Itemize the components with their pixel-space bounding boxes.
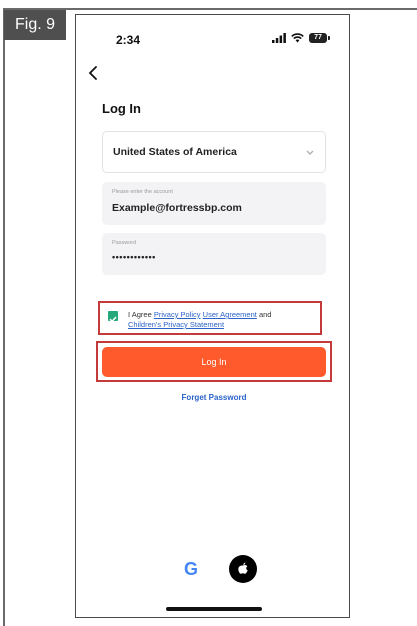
user-agreement-link[interactable]: User Agreement xyxy=(203,310,257,319)
home-indicator xyxy=(166,607,262,611)
wifi-icon xyxy=(291,33,304,43)
status-icons: 77 xyxy=(272,31,330,45)
status-bar: 2:34 77 xyxy=(76,15,349,55)
agree-checkbox[interactable] xyxy=(108,311,118,323)
apple-icon xyxy=(238,562,248,574)
page-title: Log In xyxy=(102,101,141,116)
region-select[interactable]: United States of America xyxy=(102,131,326,173)
account-field-label: Please enter the account xyxy=(112,189,173,195)
chevron-down-icon xyxy=(306,150,314,155)
agree-prefix: I Agree xyxy=(128,310,152,319)
google-letter: G xyxy=(184,559,198,579)
login-button[interactable]: Log In xyxy=(102,347,326,377)
phone-screen: 2:34 77 Log In United States of America xyxy=(75,14,350,618)
forget-password-link[interactable]: Forget Password xyxy=(102,393,326,402)
password-field[interactable]: Password •••••••••••• xyxy=(102,233,326,275)
apple-login-button[interactable] xyxy=(229,555,257,583)
cellular-signal-icon xyxy=(272,33,286,43)
agreement-text: I Agree Privacy Policy User Agreement an… xyxy=(128,310,318,330)
battery-icon: 77 xyxy=(309,33,330,43)
agreement-highlight-box: I Agree Privacy Policy User Agreement an… xyxy=(98,301,322,335)
region-value: United States of America xyxy=(113,146,237,158)
agree-and: and xyxy=(258,310,272,319)
google-login-icon[interactable]: G xyxy=(179,557,203,581)
childrens-privacy-link[interactable]: Children's Privacy Statement xyxy=(128,320,224,329)
password-field-label: Password xyxy=(112,240,137,246)
figure-frame-left xyxy=(3,8,5,626)
status-time: 2:34 xyxy=(116,33,141,47)
checkmark-icon xyxy=(109,316,117,323)
privacy-policy-link[interactable]: Privacy Policy xyxy=(154,310,201,319)
account-value: Example@fortressbp.com xyxy=(112,202,242,214)
account-field[interactable]: Please enter the account Example@fortres… xyxy=(102,182,326,225)
back-chevron-icon[interactable] xyxy=(84,63,104,83)
figure-label: Fig. 9 xyxy=(4,10,66,40)
password-value: •••••••••••• xyxy=(112,252,156,262)
